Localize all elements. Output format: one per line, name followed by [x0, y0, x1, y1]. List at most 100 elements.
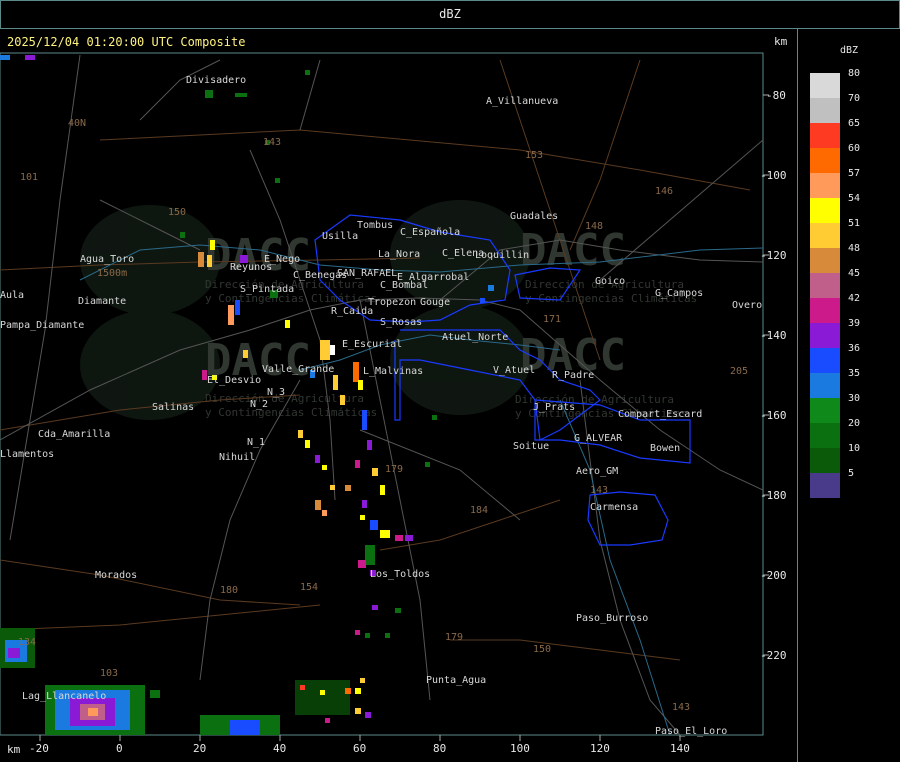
place-label: 150: [168, 207, 186, 218]
legend-swatch: [810, 273, 840, 298]
legend-value: 54: [848, 193, 861, 204]
place-label: L_Malvinas: [363, 366, 423, 377]
place-label: Punta_Agua: [426, 675, 486, 686]
legend-value: 30: [848, 393, 861, 404]
place-label: 154: [300, 582, 318, 593]
place-label: La_Nora: [378, 249, 420, 260]
place-label: Salinas: [152, 402, 194, 413]
place-label: 134: [18, 637, 36, 648]
watermark: DACC DACC DACC DACC Dirección de Agricul…: [80, 200, 697, 420]
place-label: 179: [445, 632, 463, 643]
place-label: Atuel_Norte: [442, 332, 508, 343]
legend-swatch: [810, 323, 840, 348]
legend-value: 36: [848, 343, 861, 354]
place-label: A_Villanueva: [486, 96, 558, 107]
legend-swatch: [810, 373, 840, 398]
place-label: SAN_RAFAEL: [337, 268, 397, 279]
place-label: 103: [100, 668, 118, 679]
legend-value: 48: [848, 243, 861, 254]
y-tick-label: -100: [760, 169, 787, 182]
y-tick-label: -220: [760, 649, 787, 662]
x-tick-label: 40: [273, 742, 286, 755]
place-label: 40N: [68, 118, 86, 129]
legend-value: 39: [848, 318, 861, 329]
x-tick-label: 120: [590, 742, 610, 755]
place-label: Tropezon: [368, 297, 416, 308]
legend-title: dBZ: [840, 45, 859, 56]
place-label: Goico: [595, 276, 625, 287]
place-label: Bowen: [650, 443, 680, 454]
place-label: Aula: [0, 290, 24, 301]
legend-swatch: [810, 148, 840, 173]
watermark-sub: y Contingencias Climáticas: [205, 406, 377, 419]
place-label: G_ALVEAR: [574, 433, 623, 444]
x-tick-label: 100: [510, 742, 530, 755]
x-tick-label: 140: [670, 742, 690, 755]
legend-swatch: [810, 198, 840, 223]
place-label: 1500m: [97, 268, 127, 279]
legend-value: 80: [848, 68, 861, 79]
legend-value: 60: [848, 143, 861, 154]
place-label: Soitue: [513, 441, 549, 452]
y-tick-label: -80: [766, 89, 786, 102]
legend-value: 5: [848, 468, 855, 479]
place-label: G_Campos: [655, 288, 703, 299]
place-label: S_Pintada: [240, 284, 294, 295]
legend: [810, 73, 840, 498]
legend-swatch: [810, 298, 840, 323]
legend-swatch: [810, 398, 840, 423]
y-tick-label: -180: [760, 489, 787, 502]
legend-swatch: [810, 98, 840, 123]
legend-value: 45: [848, 268, 861, 279]
legend-value: 20: [848, 418, 861, 429]
place-label: 184: [470, 505, 488, 516]
place-label: El_Desvio: [207, 375, 261, 386]
place-label: Aero_GM: [576, 466, 618, 477]
y-tick-label: -160: [760, 409, 787, 422]
y-tick-label: -140: [760, 329, 787, 342]
place-label: Morados: [95, 570, 137, 581]
place-label: Loquillin: [475, 250, 529, 261]
place-label: Llamentos: [0, 449, 54, 460]
place-label: E_Nego: [264, 254, 300, 265]
y-axis-unit: km: [774, 35, 788, 48]
legend-value: 10: [848, 443, 861, 454]
y-tick-label: -120: [760, 249, 787, 262]
legend-swatch: [810, 248, 840, 273]
place-label: 171: [543, 314, 561, 325]
place-label: Cda_Amarilla: [38, 429, 110, 440]
x-tick-label: 80: [433, 742, 446, 755]
place-label: 143: [263, 137, 281, 148]
legend-swatch: [810, 223, 840, 248]
y-tick-labels: -80 -100 -120 -140 -160 -180 -200 -220: [760, 89, 787, 662]
legend-swatch: [810, 423, 840, 448]
place-label: N_1: [247, 437, 265, 448]
place-label: N_3: [267, 387, 285, 398]
legend-value: 42: [848, 293, 861, 304]
place-label: 148: [585, 221, 603, 232]
place-label: Carmensa: [590, 502, 638, 513]
place-label: Gouge: [420, 297, 450, 308]
place-label: Nihuil: [219, 452, 255, 463]
legend-swatch: [810, 348, 840, 373]
x-tick-labels: -20 0 20 40 60 80 100 120 140: [29, 742, 690, 755]
legend-value: 35: [848, 368, 861, 379]
place-label: C_Española: [400, 227, 460, 238]
place-label: 101: [20, 172, 38, 183]
legend-swatch: [810, 173, 840, 198]
place-label: 180: [220, 585, 238, 596]
place-label: R_Padre: [552, 370, 594, 381]
y-tick-label: -200: [760, 569, 787, 582]
place-label: Pampa_Diamante: [0, 320, 84, 331]
place-label: 179: [385, 464, 403, 475]
x-tick-label: -20: [29, 742, 49, 755]
place-label: J_Prats: [533, 402, 575, 413]
legend-swatch: [810, 123, 840, 148]
x-tick-label: 60: [353, 742, 366, 755]
timestamp: 2025/12/04 01:20:00 UTC Composite: [7, 35, 246, 49]
legend-swatch: [810, 448, 840, 473]
place-label: Guadales: [510, 211, 558, 222]
place-label: N_2: [250, 399, 268, 410]
radar-map[interactable]: DACC DACC DACC DACC Dirección de Agricul…: [0, 0, 900, 761]
legend-value: 51: [848, 218, 861, 229]
